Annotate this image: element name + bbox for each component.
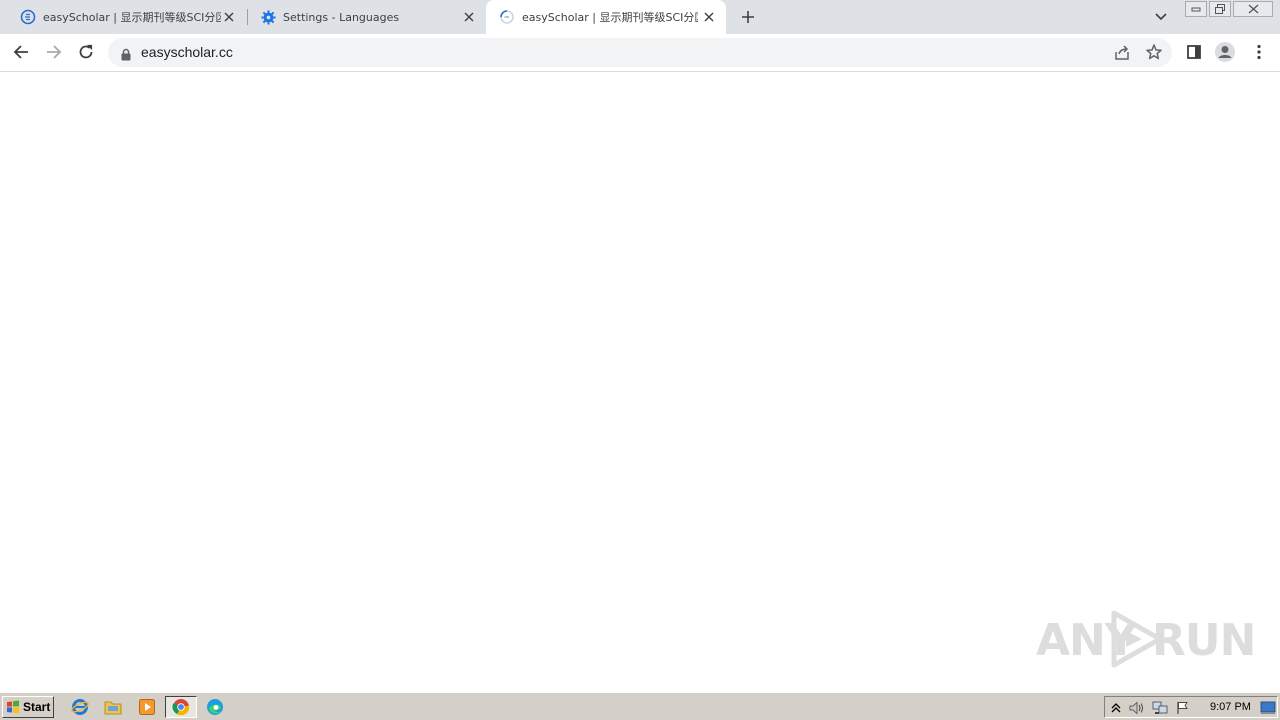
- close-window-icon[interactable]: [1233, 1, 1273, 17]
- bookmark-star-icon[interactable]: [1145, 43, 1163, 61]
- file-explorer-icon[interactable]: [103, 697, 123, 717]
- tab-strip: easyScholar | 显示期刊等级SCI分区 Settings - Lan…: [0, 0, 1280, 34]
- edge-icon[interactable]: [205, 697, 225, 717]
- show-hidden-icons-icon[interactable]: [1108, 700, 1124, 716]
- clock[interactable]: 9:07 PM: [1210, 701, 1251, 713]
- tab-close-icon[interactable]: [462, 10, 476, 24]
- tab-close-icon[interactable]: [222, 10, 236, 24]
- taskbar: Start 9:07 PM: [0, 692, 1280, 720]
- tab-close-icon[interactable]: [702, 10, 716, 24]
- reload-icon[interactable]: [74, 40, 98, 64]
- minimize-icon[interactable]: [1185, 1, 1207, 17]
- system-tray: 9:07 PM: [1104, 696, 1278, 718]
- tab-title: easyScholar | 显示期刊等级SCI分区: [522, 11, 698, 24]
- internet-explorer-icon[interactable]: [70, 697, 90, 717]
- side-panel-icon[interactable]: [1182, 40, 1206, 64]
- easyscholar-favicon-icon: [20, 9, 36, 25]
- tab-easyscholar-active[interactable]: easyScholar | 显示期刊等级SCI分区: [486, 0, 726, 34]
- tab-title: Settings - Languages: [283, 10, 400, 24]
- chevron-down-icon[interactable]: [1152, 8, 1170, 26]
- show-desktop-icon[interactable]: [1260, 700, 1276, 716]
- browser-toolbar: easyscholar.cc: [0, 34, 1280, 72]
- start-label: Start: [23, 700, 51, 714]
- url-text[interactable]: easyscholar.cc: [141, 44, 233, 60]
- media-player-icon[interactable]: [137, 697, 157, 717]
- start-button[interactable]: Start: [2, 696, 54, 718]
- chrome-icon[interactable]: [171, 697, 191, 717]
- lock-icon[interactable]: [120, 46, 132, 61]
- back-arrow-icon[interactable]: [9, 40, 33, 64]
- address-bar[interactable]: easyscholar.cc: [108, 38, 1172, 67]
- tab-settings-languages[interactable]: Settings - Languages: [240, 0, 486, 34]
- tab-title: easyScholar | 显示期刊等级SCI分区: [43, 11, 221, 24]
- more-menu-icon[interactable]: [1247, 40, 1271, 64]
- share-icon[interactable]: [1113, 44, 1131, 62]
- windows-flag-icon: [7, 700, 19, 714]
- profile-avatar-icon[interactable]: [1213, 40, 1237, 64]
- page-content: [0, 72, 1280, 692]
- volume-icon[interactable]: [1129, 700, 1145, 716]
- tab-easyscholar-1[interactable]: easyScholar | 显示期刊等级SCI分区: [0, 0, 246, 34]
- network-icon[interactable]: [1152, 700, 1168, 716]
- gear-icon: [260, 9, 276, 25]
- new-tab-plus-icon[interactable]: [738, 7, 758, 27]
- forward-arrow-icon[interactable]: [42, 40, 66, 64]
- restore-icon[interactable]: [1209, 1, 1231, 17]
- watermark-text-right: RUN: [1152, 615, 1256, 666]
- loading-favicon-icon: [499, 9, 515, 25]
- anyrun-watermark: ANY RUN: [1036, 607, 1256, 671]
- action-center-flag-icon[interactable]: [1175, 700, 1191, 716]
